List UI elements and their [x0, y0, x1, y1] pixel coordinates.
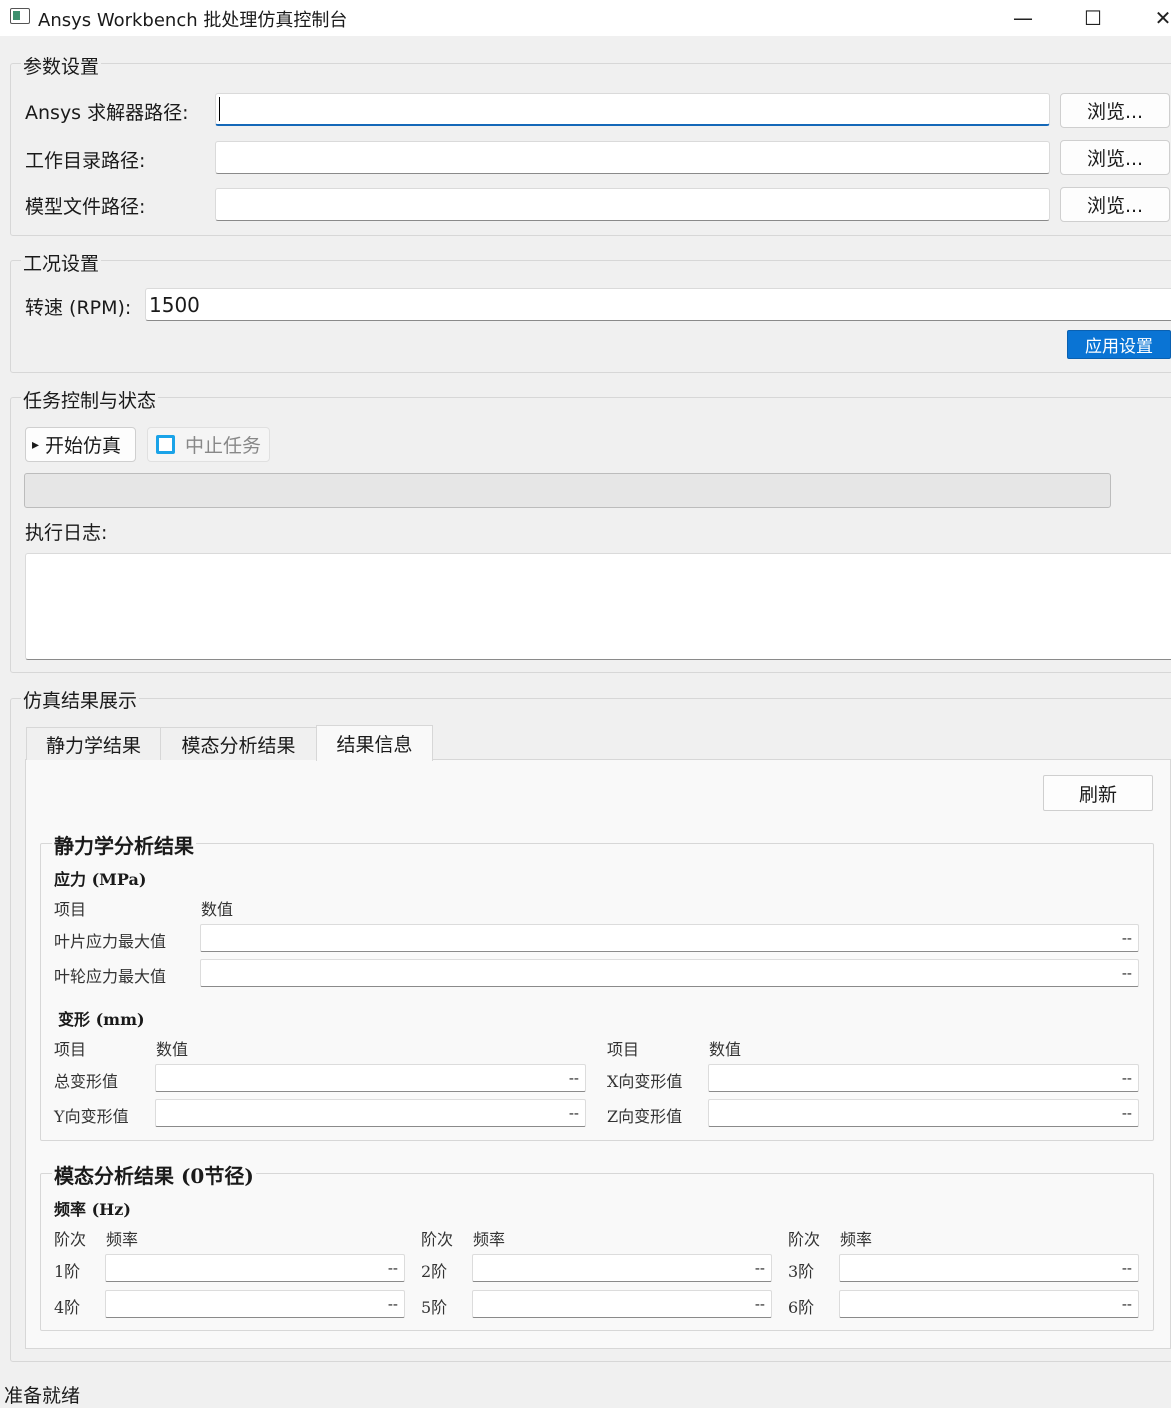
modal-col-order-1: 阶次: [54, 1230, 87, 1249]
mode-2-label: 2阶: [421, 1262, 448, 1281]
mode-4-label: 4阶: [54, 1298, 81, 1317]
model-path-input[interactable]: [215, 188, 1050, 221]
deform-col-item-right: 项目: [607, 1040, 640, 1059]
stress-title: 应力 (MPa): [54, 870, 147, 889]
log-label: 执行日志:: [25, 522, 108, 544]
blade-stress-label: 叶片应力最大值: [54, 932, 167, 951]
z-deform-field: --: [708, 1099, 1139, 1127]
deformation-title: 变形 (mm): [58, 1010, 145, 1029]
mode-2-field: --: [472, 1254, 772, 1282]
y-deform-label: Y向变形值: [54, 1107, 129, 1126]
static-results-title: 静力学分析结果: [52, 830, 196, 859]
x-deform-label: X向变形值: [607, 1072, 683, 1091]
rpm-input[interactable]: 1500: [145, 288, 1171, 321]
static-results-group: [40, 843, 1154, 1141]
tab-result-info[interactable]: 结果信息: [316, 725, 433, 761]
model-path-label: 模型文件路径:: [25, 196, 146, 218]
mode-4-field: --: [105, 1290, 405, 1318]
minimize-button[interactable]: —: [1000, 0, 1046, 36]
modal-col-order-2: 阶次: [421, 1230, 454, 1249]
frequency-title: 频率 (Hz): [54, 1200, 131, 1219]
total-deform-label: 总变形值: [54, 1072, 119, 1091]
tab-static-results[interactable]: 静力学结果: [26, 727, 161, 760]
solver-path-input[interactable]: [215, 93, 1050, 126]
text-caret: [219, 97, 220, 121]
workdir-path-input[interactable]: [215, 141, 1050, 174]
z-deform-label: Z向变形值: [607, 1107, 683, 1126]
mode-6-label: 6阶: [788, 1298, 815, 1317]
stop-icon: [156, 435, 175, 454]
blade-stress-field: --: [200, 924, 1139, 952]
wheel-stress-label: 叶轮应力最大值: [54, 967, 167, 986]
mode-3-field: --: [839, 1254, 1139, 1282]
play-icon: ▸: [32, 436, 40, 453]
wheel-stress-field: --: [200, 959, 1139, 987]
workdir-path-label: 工作目录路径:: [25, 150, 146, 172]
progress-bar: [24, 473, 1111, 508]
abort-task-button[interactable]: 中止任务: [147, 427, 270, 462]
start-simulation-button[interactable]: ▸ 开始仿真: [25, 427, 136, 462]
tab-modal-results[interactable]: 模态分析结果: [160, 727, 317, 760]
stress-col-value: 数值: [201, 900, 234, 919]
app-icon: [10, 8, 30, 24]
deform-col-value-left: 数值: [156, 1040, 189, 1059]
model-browse-button[interactable]: 浏览...: [1060, 187, 1170, 222]
modal-col-freq-1: 频率: [106, 1230, 139, 1249]
mode-1-field: --: [105, 1254, 405, 1282]
params-group-title: 参数设置: [21, 52, 102, 79]
close-button[interactable]: ✕: [1140, 0, 1171, 36]
mode-5-field: --: [472, 1290, 772, 1318]
status-bar-text: 准备就绪: [4, 1385, 81, 1407]
abort-task-label: 中止任务: [185, 435, 262, 457]
task-group-title: 任务控制与状态: [21, 386, 159, 413]
mode-3-label: 3阶: [788, 1262, 815, 1281]
deform-col-value-right: 数值: [709, 1040, 742, 1059]
deform-col-item-left: 项目: [54, 1040, 87, 1059]
rpm-label: 转速 (RPM):: [25, 297, 132, 319]
modal-col-freq-3: 频率: [840, 1230, 873, 1249]
mode-6-field: --: [839, 1290, 1139, 1318]
window-title: Ansys Workbench 批处理仿真控制台: [38, 10, 348, 31]
log-textarea[interactable]: [25, 553, 1171, 660]
start-simulation-label: 开始仿真: [45, 435, 122, 457]
maximize-button[interactable]: ☐: [1070, 0, 1116, 36]
mode-1-label: 1阶: [54, 1262, 81, 1281]
total-deform-field: --: [155, 1064, 586, 1092]
modal-results-title: 模态分析结果 (0节径): [52, 1160, 256, 1189]
refresh-button[interactable]: 刷新: [1043, 775, 1153, 811]
x-deform-field: --: [708, 1064, 1139, 1092]
y-deform-field: --: [155, 1099, 586, 1127]
results-group-title: 仿真结果展示: [21, 686, 140, 713]
workdir-browse-button[interactable]: 浏览...: [1060, 140, 1170, 175]
apply-settings-button[interactable]: 应用设置: [1067, 330, 1171, 359]
modal-col-order-3: 阶次: [788, 1230, 821, 1249]
solver-path-label: Ansys 求解器路径:: [25, 102, 189, 124]
stress-col-item: 项目: [54, 900, 87, 919]
modal-col-freq-2: 频率: [473, 1230, 506, 1249]
mode-5-label: 5阶: [421, 1298, 448, 1317]
solver-browse-button[interactable]: 浏览...: [1060, 93, 1170, 128]
conditions-group-title: 工况设置: [21, 249, 102, 276]
